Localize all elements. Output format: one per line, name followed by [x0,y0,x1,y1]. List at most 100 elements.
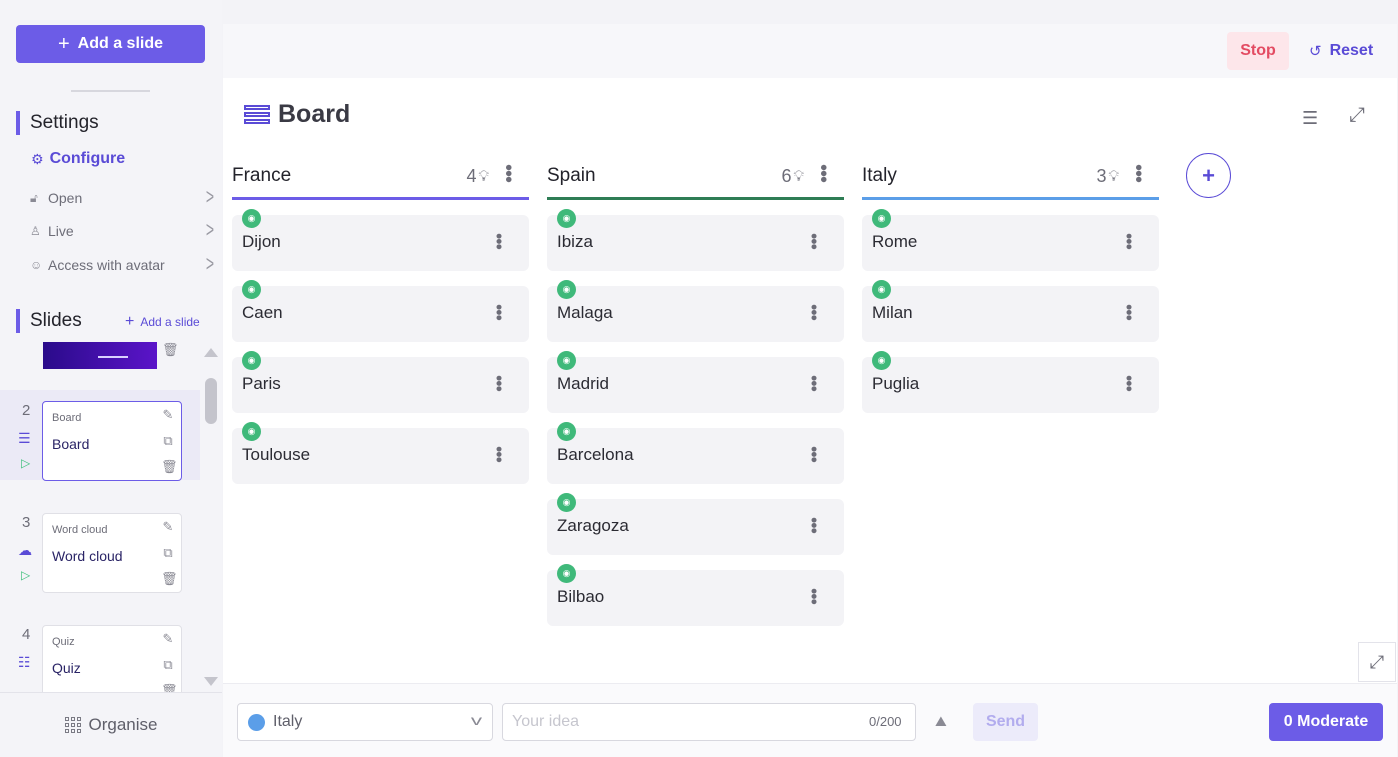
idea-card[interactable]: ◉ Toulouse ••• [232,422,529,484]
reset-button[interactable]: ↺ Reset [1309,32,1373,70]
idea-text: Malaga [557,303,613,322]
idea-card[interactable]: ◉ Ibiza ••• [547,209,844,271]
gear-icon: ⚙ [31,150,44,167]
setting-live-label: Live [48,223,74,239]
play-icon[interactable]: ▷ [21,456,30,470]
grid-icon [64,717,81,733]
settings-title: Settings [16,111,99,135]
organise-button[interactable]: Organise [0,692,222,757]
setting-live[interactable]: ♙ Live > [30,216,214,242]
slide-card[interactable]: Word cloud Word cloud ✎ ⧉ 🗑︎ [42,513,182,593]
slides-add-link[interactable]: + Add a slide [125,313,200,331]
slide-type: Word cloud [52,524,108,536]
play-icon[interactable]: ▷ [21,568,30,582]
board-title-text: Board [278,100,351,128]
sidebar-divider [71,90,150,92]
slide-title: Quiz [52,660,81,676]
avatar-badge-icon: ◉ [872,209,891,228]
chevron-right-icon: > [205,216,214,242]
configure-link[interactable]: ⚙ Configure [31,150,125,168]
configure-label: Configure [49,150,126,167]
chevron-right-icon: > [205,183,214,209]
setting-open-label: Open [48,190,83,206]
reset-label: Reset [1329,42,1374,59]
reset-icon: ↺ [1309,43,1322,60]
card-menu-icon[interactable]: ••• [1118,304,1139,320]
slide-number: 2 [22,402,31,419]
edit-icon[interactable]: ✎ [161,407,175,423]
idea-card[interactable]: ◉ Dijon ••• [232,209,529,271]
duplicate-icon[interactable]: ⧉ [161,433,175,449]
card-menu-icon[interactable]: ••• [803,233,824,249]
idea-card[interactable]: ◉ Rome ••• [862,209,1159,271]
card-menu-icon[interactable]: ••• [803,375,824,391]
duplicate-icon[interactable]: ⧉ [161,657,175,673]
idea-card[interactable]: ◉ Zaragoza ••• [547,493,844,555]
idea-card[interactable]: ◉ Puglia ••• [862,351,1159,413]
slide-type: Quiz [52,636,75,648]
card-menu-icon[interactable]: ••• [1118,233,1139,249]
trash-icon[interactable]: 🗑︎ [162,342,179,358]
slide-item-board[interactable]: 2 ☰ ▷ Board Board ✎ ⧉ 🗑︎ [0,390,200,481]
idea-card[interactable]: ◉ Barcelona ••• [547,422,844,484]
board-column-france: France 4 💡︎ ••• ◉ Dijon ••• ◉ Caen ••• ◉ Paris… [232,162,529,484]
list-view-icon[interactable]: ☰ [1302,108,1318,129]
slides-list: 🗑︎ 2 ☰ ▷ Board Board ✎ ⧉ 🗑︎ 3 ☁ ▷ Word c… [0,342,200,692]
edit-icon[interactable]: ✎ [161,519,175,535]
idea-text: Dijon [242,232,281,251]
column-menu-icon[interactable]: ••• [811,164,834,182]
duplicate-icon[interactable]: ⧉ [161,545,175,561]
card-menu-icon[interactable]: ••• [1118,375,1139,391]
column-menu-icon[interactable]: ••• [496,164,519,182]
trash-icon[interactable]: 🗑︎ [161,571,178,587]
fullscreen-icon[interactable]: ⤢ [1358,642,1396,682]
card-menu-icon[interactable]: ••• [488,375,509,391]
avatar-badge-icon: ◉ [242,209,261,228]
organise-label: Organise [88,715,158,734]
card-menu-icon[interactable]: ••• [803,304,824,320]
board-column-italy: Italy 3 💡︎ ••• ◉ Rome ••• ◉ Milan ••• ◉ Puglia… [862,162,1159,413]
card-menu-icon[interactable]: ••• [488,304,509,320]
idea-input[interactable] [502,703,916,741]
column-select[interactable]: Italy v [237,703,493,741]
stop-button[interactable]: Stop [1227,32,1289,70]
avatar-badge-icon: ◉ [242,351,261,370]
card-menu-icon[interactable]: ••• [488,233,509,249]
expand-icon[interactable]: ⤢ [1349,104,1365,127]
idea-card[interactable]: ◉ Paris ••• [232,351,529,413]
idea-card[interactable]: ◉ Milan ••• [862,280,1159,342]
top-bar: Stop ↺ Reset [223,24,1397,78]
page-title: Board [244,100,350,129]
setting-open[interactable]: 🔓︎ Open > [30,183,214,209]
idea-card[interactable]: ◉ Madrid ••• [547,351,844,413]
send-button[interactable]: Send [973,703,1038,741]
avatar-badge-icon: ◉ [557,422,576,441]
scroll-up-arrow[interactable] [204,348,218,357]
idea-card[interactable]: ◉ Malaga ••• [547,280,844,342]
card-menu-icon[interactable]: ••• [803,446,824,462]
slide-number: 4 [22,626,31,643]
scroll-down-arrow[interactable] [204,677,218,686]
card-menu-icon[interactable]: ••• [488,446,509,462]
add-column-button[interactable]: + [1186,153,1231,198]
add-slide-button[interactable]: + Add a slide [16,25,205,63]
column-menu-icon[interactable]: ••• [1126,164,1149,182]
idea-card[interactable]: ◉ Bilbao ••• [547,564,844,626]
idea-composer: Italy v 0/200 ⛰ Send 0 Moderate [223,683,1397,757]
image-icon[interactable]: ⛰ [935,713,947,730]
selected-column: Italy [273,713,303,730]
idea-card[interactable]: ◉ Caen ••• [232,280,529,342]
slide-card[interactable]: Board Board ✎ ⧉ 🗑︎ [42,401,182,481]
card-menu-icon[interactable]: ••• [803,517,824,533]
setting-access-avatar[interactable]: ☺ Access with avatar > [30,250,214,276]
moderate-button[interactable]: 0 Moderate [1269,703,1383,741]
trash-icon[interactable]: 🗑︎ [161,459,178,475]
card-menu-icon[interactable]: ••• [803,588,824,604]
scrollbar-thumb[interactable] [205,378,217,424]
slide-item-quiz[interactable]: 4 ☷ Quiz Quiz ✎ ⧉ 🗑︎ [0,614,200,692]
trash-icon[interactable]: 🗑︎ [161,683,178,692]
slide-item-word-cloud[interactable]: 3 ☁ ▷ Word cloud Word cloud ✎ ⧉ 🗑︎ [0,502,200,593]
avatar-badge-icon: ◉ [242,422,261,441]
slide-card[interactable]: Quiz Quiz ✎ ⧉ 🗑︎ [42,625,182,692]
edit-icon[interactable]: ✎ [161,631,175,647]
